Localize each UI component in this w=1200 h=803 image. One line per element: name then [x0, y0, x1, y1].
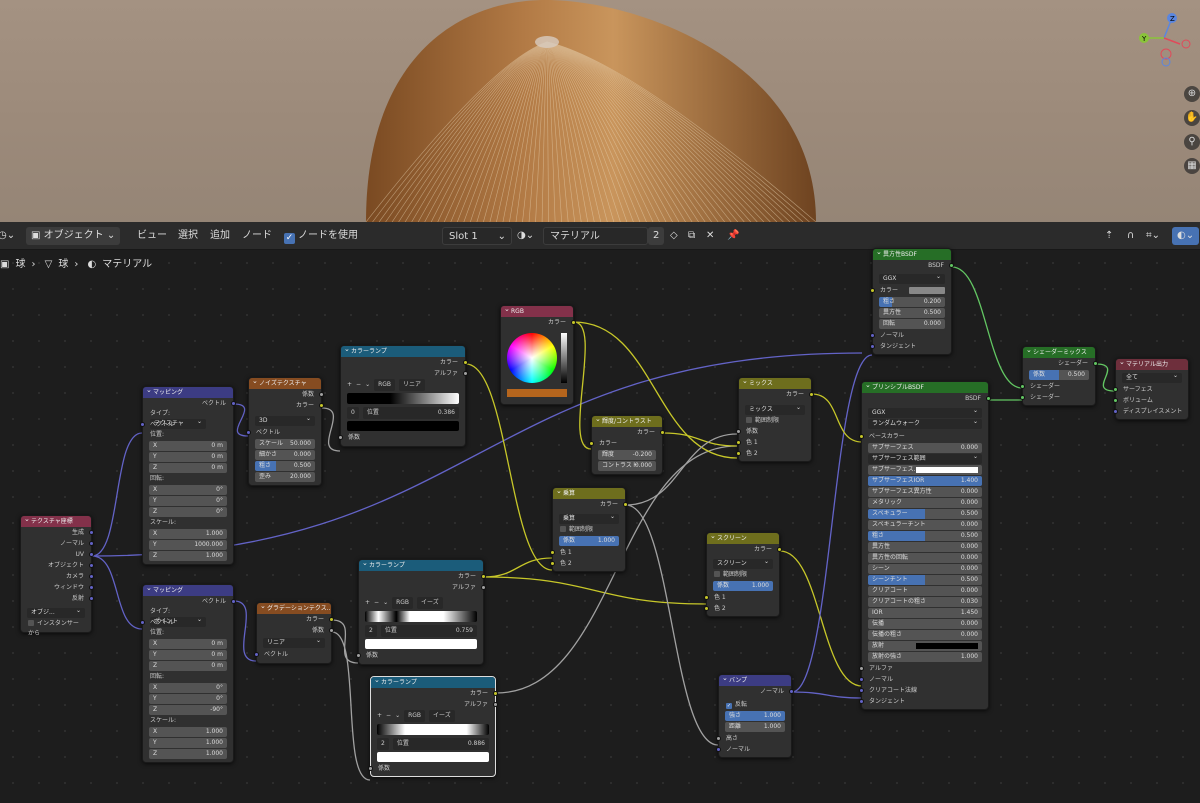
object-mode-icon: ▣	[31, 230, 44, 241]
node-multiply[interactable]: 乗算 カラー 乗算 範囲制限 係数1.000 色 1 色 2	[550, 487, 628, 572]
principled-param[interactable]: 放射	[868, 641, 982, 651]
principled-param[interactable]: 異方性の回転 0.000	[868, 553, 982, 563]
pan-hand-icon[interactable]: ✋	[1184, 110, 1200, 126]
color-ramp-gradient[interactable]	[365, 611, 477, 622]
material-name-field[interactable]: マテリアル	[543, 227, 648, 245]
principled-param[interactable]: サブサーフェス...	[868, 465, 982, 475]
node-bright-contrast[interactable]: 輝度/コントラスト カラー カラー 輝度-0.200 コントラスト0.000	[589, 415, 665, 475]
principled-param[interactable]: サブサーフェス異方性 0.000	[868, 487, 982, 497]
object-icon: ▣	[0, 259, 10, 270]
principled-param[interactable]: 放射の強さ 1.000	[868, 652, 982, 662]
node-principled-bsdf[interactable]: プリンシプルBSDF BSDF GGX ランダムウォーク ベースカラー サブサー…	[859, 381, 991, 710]
principled-param[interactable]: 伝播 0.000	[868, 619, 982, 629]
value-slider[interactable]	[561, 333, 567, 383]
menu-select[interactable]: 選択	[178, 227, 198, 245]
principled-param[interactable]: サブサーフェス 0.000	[868, 443, 982, 453]
grid-icon[interactable]: ▦	[1184, 158, 1200, 174]
user-count[interactable]: 2	[648, 227, 665, 245]
stop-color-swatch[interactable]	[377, 752, 489, 762]
menu-view[interactable]: ビュー	[137, 227, 167, 245]
node-material-output[interactable]: マテリアル出力 全て サーフェス ボリューム ディスプレイスメント	[1113, 358, 1189, 420]
from-instancer-checkbox[interactable]: インスタンサーから	[21, 619, 91, 637]
use-nodes-checkbox[interactable]: ✓ ノードを使用	[284, 227, 358, 245]
material-browse-icon[interactable]: ◑⌄	[517, 227, 534, 245]
mode-dropdown[interactable]: ▣ オブジェクト ⌄	[26, 227, 121, 245]
stop-color-swatch[interactable]	[347, 421, 459, 431]
principled-param[interactable]: 伝播の粗さ 0.000	[868, 630, 982, 640]
node-rgb[interactable]: RGB カラー	[500, 305, 576, 405]
principled-param[interactable]: 異方性 0.000	[868, 542, 982, 552]
unlink-close-icon[interactable]: ✕	[706, 227, 714, 245]
fake-user-shield-icon[interactable]: ◇	[670, 227, 678, 245]
principled-param[interactable]: スペキュラー 0.500	[868, 509, 982, 519]
principled-param[interactable]: メタリック 0.000	[868, 498, 982, 508]
principled-param[interactable]: クリアコート 0.000	[868, 586, 982, 596]
node-gradient-texture[interactable]: グラデーションテクス... カラー 係数 リニア ベクトル	[254, 602, 334, 664]
overlay-toggle-icon[interactable]: ◐⌄	[1172, 227, 1200, 245]
node-anisotropic-bsdf[interactable]: 異方性BSDF BSDF GGX カラー 粗さ0.200 異方性0.500 回転…	[870, 248, 954, 355]
node-screen[interactable]: スクリーン カラー スクリーン 範囲制限 係数1.000 色 1 色 2	[704, 532, 782, 617]
color-swatch[interactable]	[507, 389, 567, 397]
principled-param[interactable]: シーンチント 0.500	[868, 575, 982, 585]
slot-dropdown[interactable]: Slot 1 ⌄	[442, 227, 512, 245]
parent-up-icon[interactable]: ⇡	[1105, 227, 1113, 245]
svg-text:Z: Z	[1170, 15, 1175, 23]
node-texture-coordinate[interactable]: テクスチャ座標 生成 ノーマル UV オブジェクト カメラ ウィンドウ 反射 オ…	[20, 515, 94, 637]
principled-param[interactable]: サブサーフェス範囲	[868, 454, 982, 464]
svg-text:Y: Y	[1141, 35, 1147, 43]
principled-param[interactable]: サブサーフェスIOR 1.400	[868, 476, 982, 486]
node-noise-texture[interactable]: ノイズテクスチャ 係数 カラー 3D ベクトル スケール50.000 細かさ0.…	[246, 377, 324, 486]
node-mix[interactable]: ミックス カラー ミックス 範囲制限 係数 色 1 色 2	[736, 377, 814, 462]
color-wheel[interactable]	[507, 333, 557, 383]
node-mix-shader[interactable]: シェーダーミックス シェーダー 係数0.500 シェーダー シェーダー	[1020, 346, 1098, 406]
snap-settings-icon[interactable]: ⌗⌄	[1146, 227, 1160, 245]
node-color-ramp-3[interactable]: カラーランプ カラー アルファ +−⌄RGBイーズ 2位置0.886 係数	[368, 676, 498, 777]
checkmark-icon: ✓	[284, 233, 295, 244]
object-field[interactable]: オブジ...	[27, 608, 85, 618]
zoom-icon[interactable]: ⊕	[1184, 86, 1200, 102]
node-color-ramp-1[interactable]: カラーランプ カラー アルファ +−⌄RGBリニア 0位置0.386 係数	[338, 345, 468, 447]
node-bump[interactable]: バンプ ノーマル ✓反転 強さ1.000 距離1.000 高さ ノーマル	[716, 674, 794, 758]
mesh-icon: ▽	[44, 259, 53, 270]
principled-param[interactable]: IOR 1.450	[868, 608, 982, 618]
node-color-ramp-2[interactable]: カラーランプ カラー アルファ +−⌄RGBイーズ 2位置0.759 係数	[356, 559, 486, 665]
principled-param[interactable]: 粗さ 0.500	[868, 531, 982, 541]
menu-node[interactable]: ノード	[242, 227, 272, 245]
node-mapping-2[interactable]: マッピング ベクトル タイプ: ポイント ベクトル 位置: X0 m Y0 m …	[140, 584, 236, 763]
editor-type-icon[interactable]: ◷⌄	[0, 227, 15, 245]
menu-add[interactable]: 追加	[210, 227, 230, 245]
color-ramp-gradient[interactable]	[347, 393, 459, 404]
node-mapping-1[interactable]: マッピング ベクトル タイプ: テクスチャ ベクトル 位置: X0 m Y0 m…	[140, 386, 236, 565]
duplicate-icon[interactable]: ⧉	[688, 227, 695, 245]
principled-param[interactable]: クリアコートの粗さ 0.030	[868, 597, 982, 607]
pin-icon[interactable]: 📌	[727, 227, 739, 245]
color-ramp-gradient[interactable]	[377, 724, 489, 735]
principled-param[interactable]: シーン 0.000	[868, 564, 982, 574]
chevron-down-icon: ⌄	[497, 231, 506, 242]
camera-icon[interactable]: ⚲	[1184, 134, 1200, 150]
3d-viewport[interactable]: Z Y ⊕ ✋ ⚲ ▦	[0, 0, 1200, 222]
material-icon: ◐	[87, 259, 97, 270]
chevron-right-icon: ›	[31, 259, 36, 270]
hair-sphere-render	[366, 0, 816, 222]
principled-param[interactable]: スペキュラーチント 0.000	[868, 520, 982, 530]
snap-magnet-icon[interactable]: ∩	[1127, 227, 1134, 245]
stop-color-swatch[interactable]	[365, 639, 477, 649]
node-editor-header: ◷⌄ ▣ オブジェクト ⌄ ビュー 選択 追加 ノード ✓ ノードを使用 Slot…	[0, 222, 1200, 250]
breadcrumb: ▣ 球 › ▽ 球 › ◐ マテリアル	[0, 259, 153, 270]
navigation-gizmo[interactable]: Z Y	[1130, 6, 1200, 76]
chevron-right-icon: ›	[74, 259, 79, 270]
